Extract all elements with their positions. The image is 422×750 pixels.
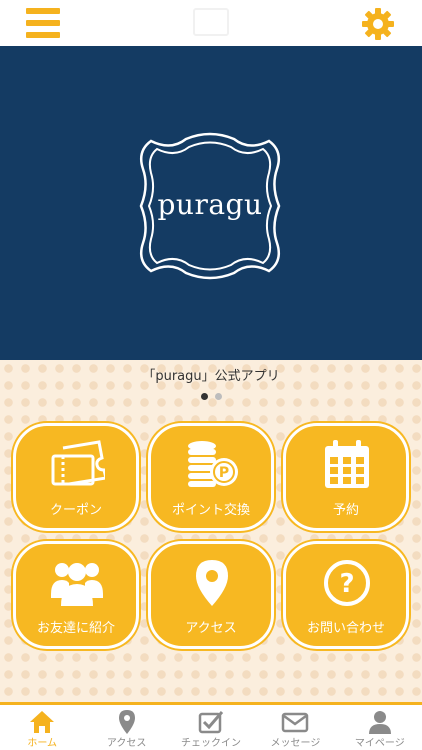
nav-label: チェックイン <box>181 738 242 749</box>
tile-inquiry[interactable]: ? お問い合わせ <box>283 541 409 649</box>
tile-label: お友達に紹介 <box>36 621 115 636</box>
home-icon <box>30 711 55 733</box>
nav-access[interactable]: アクセス <box>84 705 168 750</box>
bottom-navigation: ホーム アクセス チェックイン メッセージ マイページ <box>0 702 422 750</box>
main-content: 「puragu」公式アプリ クーポン P ポイント交換 予約 お友達に紹介 アク… <box>0 360 422 702</box>
tile-reservation[interactable]: 予約 <box>283 423 409 531</box>
hamburger-menu-icon[interactable] <box>26 8 60 38</box>
tile-label: 予約 <box>332 503 359 518</box>
gear-icon[interactable] <box>360 6 396 42</box>
app-caption: 「puragu」公式アプリ <box>142 369 280 384</box>
tile-label: クーポン <box>49 503 102 518</box>
carousel-dot-1[interactable] <box>200 393 208 400</box>
checkin-icon <box>198 711 224 734</box>
nav-home[interactable]: ホーム <box>0 705 84 750</box>
carousel-dot-2[interactable] <box>214 393 222 400</box>
hero-banner[interactable]: puragu <box>0 46 422 360</box>
people-icon <box>51 563 103 606</box>
tile-label: お問い合わせ <box>306 621 385 636</box>
app-header <box>0 0 422 46</box>
question-icon: ? <box>324 560 370 606</box>
nav-label: メッセージ <box>270 738 321 749</box>
logo-frame: puragu <box>131 131 289 281</box>
nav-label: ホーム <box>27 738 58 749</box>
hero-logo-text: puragu <box>157 187 263 221</box>
tile-label: ポイント交換 <box>171 503 250 518</box>
ticket-icon <box>51 440 105 486</box>
nav-mypage[interactable]: マイページ <box>338 705 422 750</box>
nav-message[interactable]: メッセージ <box>253 705 337 750</box>
coins-icon: P <box>188 441 238 487</box>
tile-label: アクセス <box>185 621 237 636</box>
tile-access[interactable]: アクセス <box>148 541 274 649</box>
nav-label: アクセス <box>106 738 147 749</box>
mail-icon <box>282 712 309 733</box>
header-logo <box>193 8 229 36</box>
user-icon <box>368 711 391 734</box>
calendar-icon <box>325 440 369 488</box>
nav-checkin[interactable]: チェックイン <box>169 705 253 750</box>
tile-point-exchange[interactable]: P ポイント交換 <box>148 423 274 531</box>
svg-text:P: P <box>219 465 229 481</box>
tile-coupon[interactable]: クーポン <box>13 423 139 531</box>
tile-invite-friends[interactable]: お友達に紹介 <box>13 541 139 649</box>
map-pin-icon <box>196 560 228 606</box>
svg-text:?: ? <box>339 569 354 599</box>
map-pin-icon <box>118 710 135 734</box>
nav-label: マイページ <box>354 738 405 749</box>
carousel-indicator <box>0 393 422 400</box>
